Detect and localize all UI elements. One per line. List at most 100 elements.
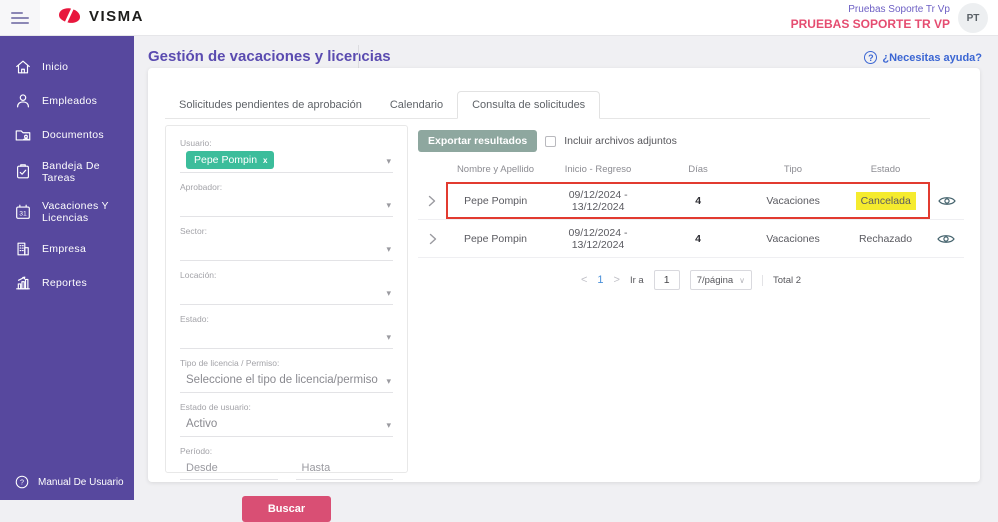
next-page-button[interactable]: > <box>614 274 620 286</box>
sidebar-item-empresa[interactable]: Empresa <box>0 232 134 266</box>
sidebar-item-label: Reportes <box>42 277 87 289</box>
table-row: Pepe Pompin 09/12/2024 - 13/12/2024 4 Va… <box>418 182 964 220</box>
estado-badge-cancelada: Cancelada <box>856 192 916 210</box>
attachments-checkbox-label: Incluir archivos adjuntos <box>564 135 677 147</box>
filter-label: Locación: <box>180 270 393 280</box>
sidebar: Inicio Empleados Documentos Bandeja De T… <box>0 36 134 500</box>
estado-usuario-select[interactable]: Activo ▾ <box>180 415 393 437</box>
locacion-select[interactable]: ▾ <box>180 283 393 305</box>
chevron-down-icon: ∨ <box>739 276 745 285</box>
page-size-value: 7/página <box>697 275 733 286</box>
tipo-licencia-select[interactable]: Seleccione el tipo de licencia/permiso ▾ <box>180 371 393 393</box>
sidebar-item-empleados[interactable]: Empleados <box>0 84 134 118</box>
topbar: VISMA Pruebas Soporte Tr Vp PRUEBAS SOPO… <box>0 0 998 36</box>
user-info: Pruebas Soporte Tr Vp PRUEBAS SOPORTE TR… <box>791 4 950 32</box>
cell-nombre: Pepe Pompin <box>448 195 543 207</box>
usuario-select[interactable]: Pepe Pompin x ▾ <box>180 151 393 173</box>
usuario-chip-label: Pepe Pompin <box>194 154 257 166</box>
filter-label: Estado de usuario: <box>180 402 393 412</box>
filter-label: Estado: <box>180 314 393 324</box>
chevron-down-icon: ▾ <box>386 376 391 387</box>
filter-label: Tipo de licencia / Permiso: <box>180 358 393 368</box>
help-link[interactable]: ? ¿Necesitas ayuda? <box>864 51 982 64</box>
sector-select[interactable]: ▾ <box>180 239 393 261</box>
column-header-tipo: Tipo <box>743 164 843 175</box>
chevron-right-icon <box>428 195 436 207</box>
aprobador-select[interactable]: ▾ <box>180 195 393 217</box>
cell-rango: 09/12/2024 - 13/12/2024 <box>543 189 653 213</box>
attachments-checkbox[interactable] <box>545 136 556 147</box>
periodo-desde-input[interactable]: Desde <box>180 459 278 480</box>
sidebar-item-label: Inicio <box>42 61 68 73</box>
prev-page-button[interactable]: < <box>581 274 587 286</box>
periodo-hasta-input[interactable]: Hasta <box>296 459 394 480</box>
chip-remove-icon[interactable]: x <box>263 156 267 165</box>
sidebar-item-documentos[interactable]: Documentos <box>0 118 134 152</box>
estado-select[interactable]: ▾ <box>180 327 393 349</box>
column-header-estado: Estado <box>843 164 928 175</box>
sidebar-footer-label: Manual De Usuario <box>38 477 124 488</box>
page-size-select[interactable]: 7/página ∨ <box>690 270 752 290</box>
cell-nombre: Pepe Pompin <box>448 233 543 245</box>
cell-dias: 4 <box>653 233 743 245</box>
column-header-dias: Días <box>653 164 743 175</box>
tab-solicitudes-pendientes[interactable]: Solicitudes pendientes de aprobación <box>165 92 376 118</box>
cell-dias: 4 <box>653 195 743 207</box>
chevron-down-icon: ▾ <box>386 244 391 255</box>
estado-usuario-value: Activo <box>186 418 217 430</box>
row-cells: Pepe Pompin 09/12/2024 - 13/12/2024 4 Va… <box>448 220 928 257</box>
calendar-day-text: 31 <box>19 211 27 218</box>
pagination: < 1 > Ir a 1 7/página ∨ Total 2 <box>418 270 964 290</box>
cell-estado: Cancelada <box>843 195 928 207</box>
home-icon <box>14 58 32 76</box>
sidebar-item-bandeja-de-tareas[interactable]: Bandeja De Tareas <box>0 152 134 192</box>
svg-text:?: ? <box>20 478 24 487</box>
brand-logo: VISMA <box>58 7 144 25</box>
results-panel: Exportar resultados Incluir archivos adj… <box>418 130 964 290</box>
sidebar-item-inicio[interactable]: Inicio <box>0 50 134 84</box>
sidebar-item-reportes[interactable]: Reportes <box>0 266 134 300</box>
filter-estado: Estado: ▾ <box>180 314 393 349</box>
help-link-label: ¿Necesitas ayuda? <box>882 52 982 64</box>
content-card: Solicitudes pendientes de aprobación Cal… <box>148 68 980 482</box>
chevron-down-icon: ▾ <box>386 332 391 343</box>
app-window: VISMA Pruebas Soporte Tr Vp PRUEBAS SOPO… <box>0 0 998 500</box>
filter-tipo-licencia: Tipo de licencia / Permiso: Seleccione e… <box>180 358 393 393</box>
menu-toggle-button[interactable] <box>0 0 40 35</box>
usuario-chip: Pepe Pompin x <box>186 151 274 169</box>
filter-label: Usuario: <box>180 138 393 148</box>
tab-calendario[interactable]: Calendario <box>376 92 457 118</box>
goto-page-input[interactable]: 1 <box>654 270 680 290</box>
view-details-button[interactable] <box>928 220 964 257</box>
sidebar-item-vacaciones-y-licencias[interactable]: 31 Vacaciones Y Licencias <box>0 192 134 232</box>
visma-swoosh-icon <box>58 7 82 25</box>
cell-tipo: Vacaciones <box>743 195 843 207</box>
eye-icon <box>938 195 956 207</box>
column-header-inicio-regreso: Inicio - Regreso <box>543 164 653 175</box>
table-row: Pepe Pompin 09/12/2024 - 13/12/2024 4 Va… <box>418 220 964 258</box>
sidebar-item-label: Vacaciones Y Licencias <box>42 200 134 224</box>
title-divider <box>358 45 359 70</box>
user-name-secondary: Pruebas Soporte Tr Vp <box>791 4 950 17</box>
brand-name: VISMA <box>89 8 144 25</box>
sidebar-item-label: Empresa <box>42 243 86 255</box>
filter-aprobador: Aprobador: ▾ <box>180 182 393 217</box>
filter-sector: Sector: ▾ <box>180 226 393 261</box>
filter-usuario: Usuario: Pepe Pompin x ▾ <box>180 138 393 173</box>
eye-icon <box>937 233 955 245</box>
tab-bar: Solicitudes pendientes de aprobación Cal… <box>165 92 930 119</box>
expand-row-button[interactable] <box>418 182 446 219</box>
avatar[interactable]: PT <box>958 3 988 33</box>
export-results-button[interactable]: Exportar resultados <box>418 130 537 152</box>
filter-label: Sector: <box>180 226 393 236</box>
page-title: Gestión de vacaciones y licencias <box>148 48 391 65</box>
page-number-1[interactable]: 1 <box>597 274 603 286</box>
sidebar-item-manual-de-usuario[interactable]: ? Manual De Usuario <box>0 464 134 500</box>
expand-row-button[interactable] <box>418 220 448 257</box>
tipo-licencia-placeholder: Seleccione el tipo de licencia/permiso <box>186 374 378 386</box>
sidebar-item-label: Bandeja De Tareas <box>42 160 134 184</box>
tab-consulta-de-solicitudes[interactable]: Consulta de solicitudes <box>457 91 600 119</box>
user-name-primary: PRUEBAS SOPORTE TR VP <box>791 17 950 32</box>
table-header-row: Nombre y Apellido Inicio - Regreso Días … <box>418 156 964 182</box>
view-details-button[interactable] <box>930 182 964 219</box>
